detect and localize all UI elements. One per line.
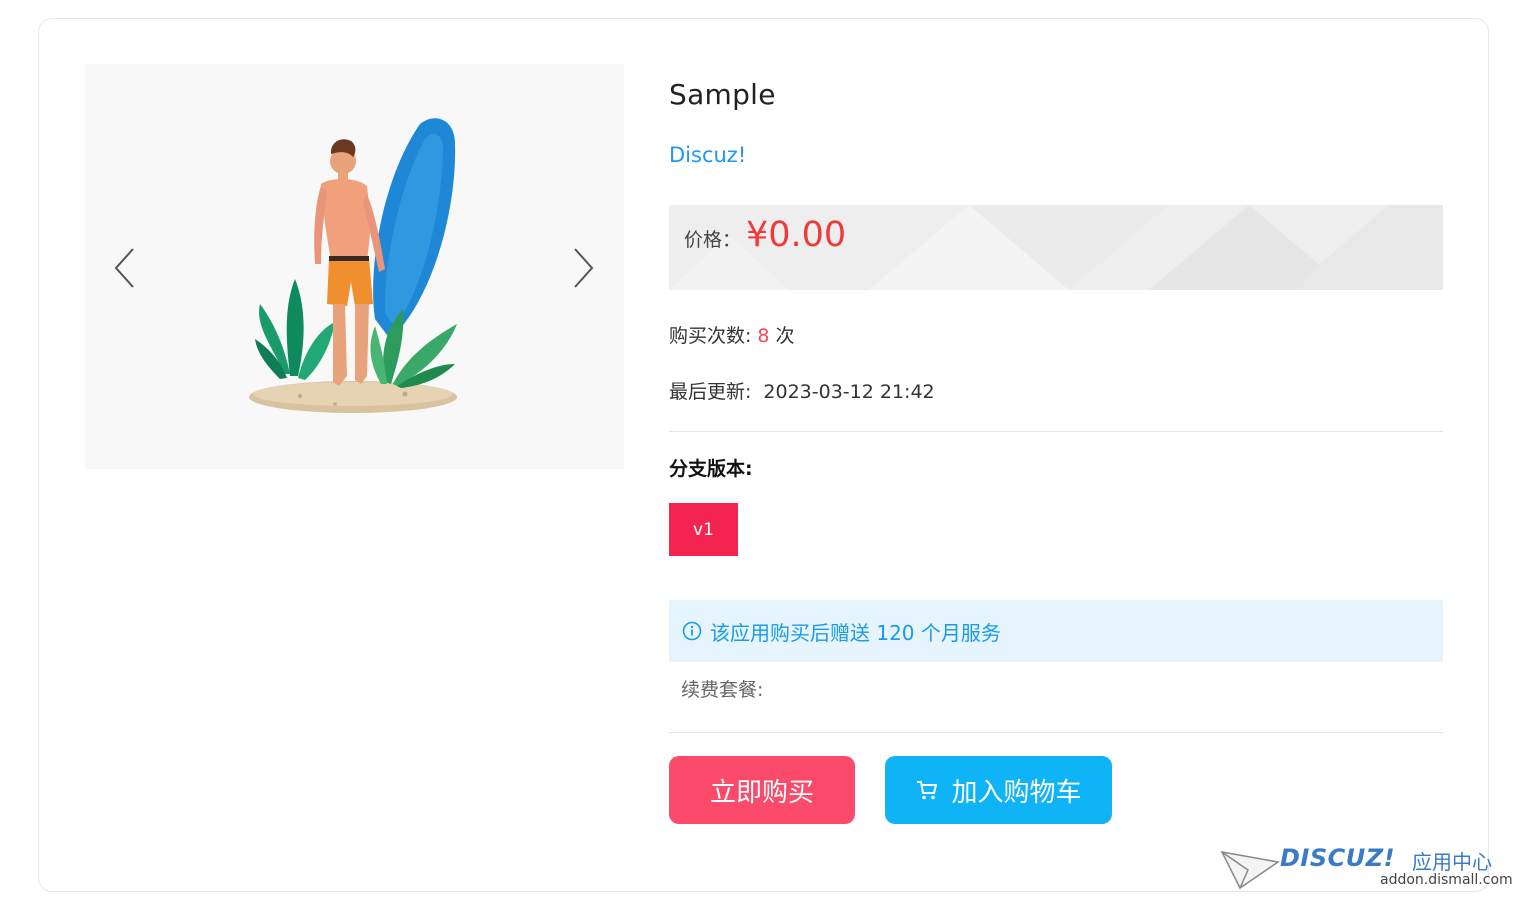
service-notice-text: 该应用购买后赠送 120 个月服务 — [710, 620, 1001, 645]
product-title: Sample — [669, 78, 776, 111]
last-updated-label: 最后更新: — [669, 381, 752, 403]
chevron-left-icon — [114, 248, 134, 288]
buy-now-button[interactable]: 立即购买 — [669, 756, 855, 824]
price-value: ¥0.00 — [746, 215, 847, 255]
price-label: 价格： — [684, 229, 742, 251]
renewal-plan-label: 续费套餐: — [681, 679, 764, 701]
branch-version-title: 分支版本: — [669, 458, 753, 480]
product-gallery — [85, 64, 624, 469]
surfer-illustration — [249, 118, 457, 413]
chevron-right-icon — [574, 248, 594, 288]
last-updated-row: 最后更新: 2023-03-12 21:42 — [669, 377, 935, 404]
service-notice: 该应用购买后赠送 120 个月服务 — [669, 600, 1443, 662]
cart-icon — [915, 778, 939, 802]
add-to-cart-button[interactable]: 加入购物车 — [885, 756, 1112, 824]
last-updated-value: 2023-03-12 21:42 — [763, 381, 935, 403]
divider — [669, 732, 1443, 733]
discuz-watermark: DISCUZ! 应用中心 addon.dismall.com — [1220, 842, 1513, 894]
divider — [669, 431, 1443, 432]
purchase-count-row: 购买次数: 8 次 — [669, 321, 795, 348]
buy-now-label: 立即购买 — [709, 777, 814, 808]
author-link[interactable]: Discuz! — [669, 143, 746, 167]
watermark-brand-cn: 应用中心 — [1412, 850, 1492, 874]
purchase-count-unit: 次 — [775, 325, 795, 347]
gallery-next-button[interactable] — [563, 246, 603, 290]
watermark-brand: DISCUZ! — [1280, 844, 1396, 872]
branch-version-v1-button[interactable]: v1 — [669, 503, 738, 556]
add-to-cart-label: 加入购物车 — [951, 777, 1082, 808]
info-icon — [682, 621, 702, 641]
purchase-count-label: 购买次数: — [669, 325, 752, 347]
purchase-count-value: 8 — [757, 325, 770, 347]
paper-plane-icon — [1220, 850, 1280, 890]
watermark-url: addon.dismall.com — [1380, 872, 1513, 888]
price-panel: 价格： ¥0.00 — [669, 205, 1443, 290]
gallery-prev-button[interactable] — [105, 246, 145, 290]
